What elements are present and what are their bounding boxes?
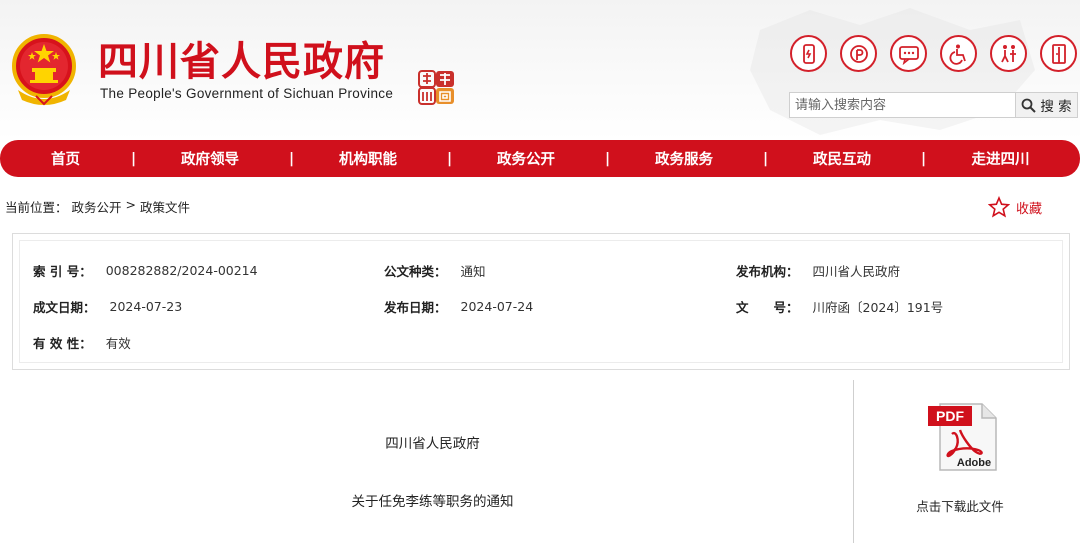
exit-icon[interactable] xyxy=(1040,35,1077,72)
info-publisher-label: 发布机构： xyxy=(736,263,799,279)
nav-item-institutions[interactable]: 机构职能 xyxy=(289,148,447,169)
info-publisher-value: 四川省人民政府 xyxy=(812,263,901,279)
document-issuer: 四川省人民政府 xyxy=(385,436,480,452)
star-icon xyxy=(988,196,1010,218)
info-index-label: 索 引 号： xyxy=(33,263,92,279)
document-info-panel: 索 引 号： 008282882/2024-00214 公文种类： 通知 发布机… xyxy=(12,233,1070,370)
info-index: 索 引 号： 008282882/2024-00214 xyxy=(33,261,258,279)
search-icon xyxy=(1021,98,1037,113)
breadcrumb-item-policy-docs[interactable]: 政策文件 xyxy=(140,197,190,216)
elderly-care-icon[interactable] xyxy=(990,35,1027,72)
site-subtitle: The People's Government of Sichuan Provi… xyxy=(100,86,394,101)
info-validity: 有 效 性： 有效 xyxy=(33,333,131,351)
info-doc-type-label: 公文种类： xyxy=(384,263,447,279)
weibo-icon[interactable] xyxy=(840,35,877,72)
accessibility-icon[interactable] xyxy=(940,35,977,72)
breadcrumb-prefix: 当前位置： xyxy=(5,200,68,215)
download-panel[interactable]: PDF Adobe 点击下载此文件 xyxy=(854,380,1080,543)
site-title[interactable]: 四川省人民政府 xyxy=(98,38,385,86)
document-title: 关于任免李练等职务的通知 xyxy=(351,494,514,510)
adobe-label: Adobe xyxy=(957,457,991,469)
national-emblem-icon[interactable] xyxy=(8,30,80,106)
mobile-icon[interactable] xyxy=(790,35,827,72)
info-doc-type: 公文种类： 通知 xyxy=(384,261,486,279)
info-written-date-value: 2024-07-23 xyxy=(109,298,183,314)
site-header: 四川省人民政府 The People's Government of Sichu… xyxy=(0,0,1080,140)
breadcrumb-item-gov-affairs[interactable]: 政务公开 xyxy=(72,197,122,216)
main-nav: 首页 | 政府领导 | 机构职能 | 政务公开 | 政务服务 | 政民互动 | … xyxy=(0,140,1080,177)
search-box: 搜 索 xyxy=(789,92,1078,118)
nav-item-gov-affairs[interactable]: 政务公开 xyxy=(447,148,605,169)
favorite-button[interactable]: 收藏 xyxy=(988,196,1042,218)
info-validity-value: 有效 xyxy=(105,335,131,351)
search-button[interactable]: 搜 索 xyxy=(1015,93,1077,117)
nav-item-interaction[interactable]: 政民互动 xyxy=(763,148,921,169)
favorite-label: 收藏 xyxy=(1016,201,1043,217)
info-written-date-label: 成文日期： xyxy=(33,299,96,315)
info-publish-date: 发布日期： 2024-07-24 xyxy=(384,297,533,315)
message-icon[interactable] xyxy=(890,35,927,72)
info-publisher: 发布机构： 四川省人民政府 xyxy=(736,261,900,279)
search-button-label: 搜 索 xyxy=(1040,99,1072,115)
nav-item-services[interactable]: 政务服务 xyxy=(605,148,763,169)
download-label[interactable]: 点击下载此文件 xyxy=(854,496,1066,515)
nav-item-home[interactable]: 首页 xyxy=(0,148,131,169)
info-publish-date-value: 2024-07-24 xyxy=(460,298,534,314)
pdf-icon-label: PDF xyxy=(936,408,964,424)
nav-item-leaders[interactable]: 政府领导 xyxy=(131,148,289,169)
info-doc-type-value: 通知 xyxy=(460,263,486,279)
info-doc-number-label: 文 号： xyxy=(736,299,799,315)
info-validity-label: 有 效 性： xyxy=(33,335,92,351)
info-doc-number: 文 号： 川府函〔2024〕191号 xyxy=(736,297,943,315)
info-publish-date-label: 发布日期： xyxy=(384,299,447,315)
info-doc-number-value: 川府函〔2024〕191号 xyxy=(812,299,944,315)
nav-item-about-sichuan[interactable]: 走进四川 xyxy=(921,148,1080,169)
toolbar-icons xyxy=(790,35,1077,72)
breadcrumb: 当前位置： 政务公开 > 政策文件 xyxy=(5,197,190,216)
pdf-file-icon[interactable]: PDF Adobe xyxy=(926,400,1002,474)
info-written-date: 成文日期： 2024-07-23 xyxy=(33,297,182,315)
search-input[interactable] xyxy=(790,93,1015,117)
breadcrumb-separator: > xyxy=(125,197,137,212)
document-body: 四川省人民政府 关于任免李练等职务的通知 xyxy=(12,380,853,543)
info-index-value: 008282882/2024-00214 xyxy=(105,262,258,278)
seal-logo-icon xyxy=(418,70,454,105)
